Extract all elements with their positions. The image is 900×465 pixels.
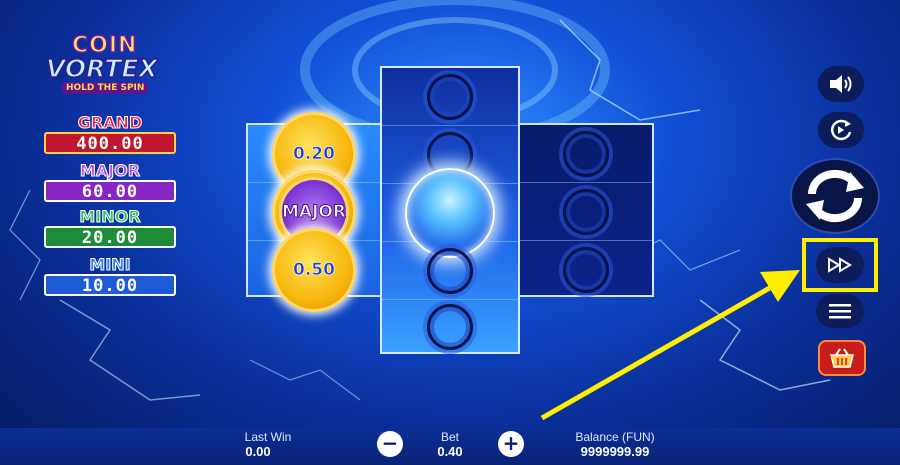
annotation-arrow [540,270,800,421]
bet-increase-button[interactable]: + [498,431,524,457]
bet-label: Bet [440,430,459,444]
last-win-label: Last Win [244,430,292,444]
bet-decrease-button[interactable]: − [377,431,403,457]
balance-value: 9999999.99 [580,444,650,459]
balance-label: Balance (FUN) [575,430,655,444]
bet-value: 0.40 [437,444,463,459]
last-win-value: 0.00 [245,444,271,459]
